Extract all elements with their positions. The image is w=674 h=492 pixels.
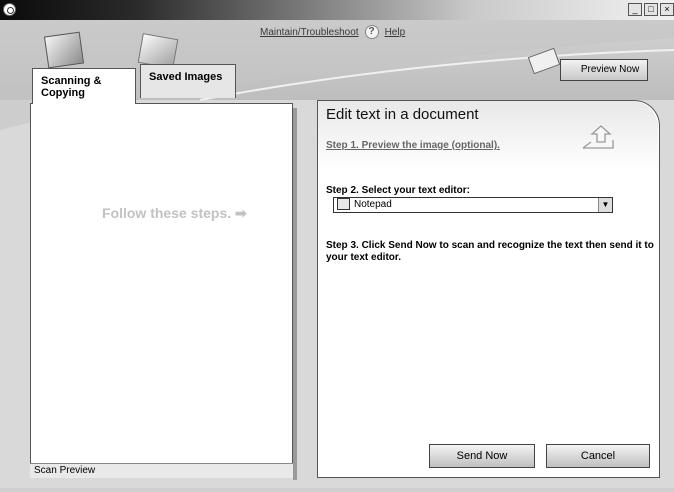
help-link[interactable]: Help [385,27,406,38]
follow-steps-hint: Follow these steps. ➡ [102,205,247,222]
arrow-right-icon: ➡ [235,205,247,221]
close-button[interactable]: × [660,3,674,16]
left-panel-shadow [293,108,297,480]
title-bar: _ □ × [0,0,674,20]
window-bottom-edge [0,488,674,492]
step1-preview-link[interactable]: Step 1. Preview the image (optional). [326,140,500,151]
top-menu: Maintain/Troubleshoot ? Help [260,25,405,39]
task-title: Edit text in a document [326,106,479,123]
scan-preview-label: Scan Preview [30,463,293,478]
tab-saved-images[interactable]: Saved Images [140,64,236,98]
cancel-button[interactable]: Cancel [546,444,650,468]
help-icon[interactable]: ? [364,25,379,39]
send-now-button[interactable]: Send Now [429,444,535,468]
maximize-button[interactable]: □ [644,3,658,16]
text-editor-select[interactable]: Notepad [333,197,613,213]
preview-now-button[interactable]: Preview Now [560,59,648,81]
follow-steps-text: Follow these steps. [102,205,232,221]
minimize-button[interactable]: _ [628,3,642,16]
tab-scanning-copying[interactable]: Scanning & Copying [32,68,136,104]
app-icon[interactable] [3,3,16,16]
scan-preview-panel [30,103,293,478]
notepad-icon [337,198,350,210]
upload-arrow-icon [582,125,614,149]
window-controls: _ □ × [628,3,674,16]
maintain-troubleshoot-link[interactable]: Maintain/Troubleshoot [260,27,359,38]
step2-label: Step 2. Select your text editor: [326,185,470,196]
chevron-down-icon[interactable]: ▼ [598,198,612,212]
step3-instructions: Step 3. Click Send Now to scan and recog… [326,240,654,263]
scanner-icon [43,31,85,69]
